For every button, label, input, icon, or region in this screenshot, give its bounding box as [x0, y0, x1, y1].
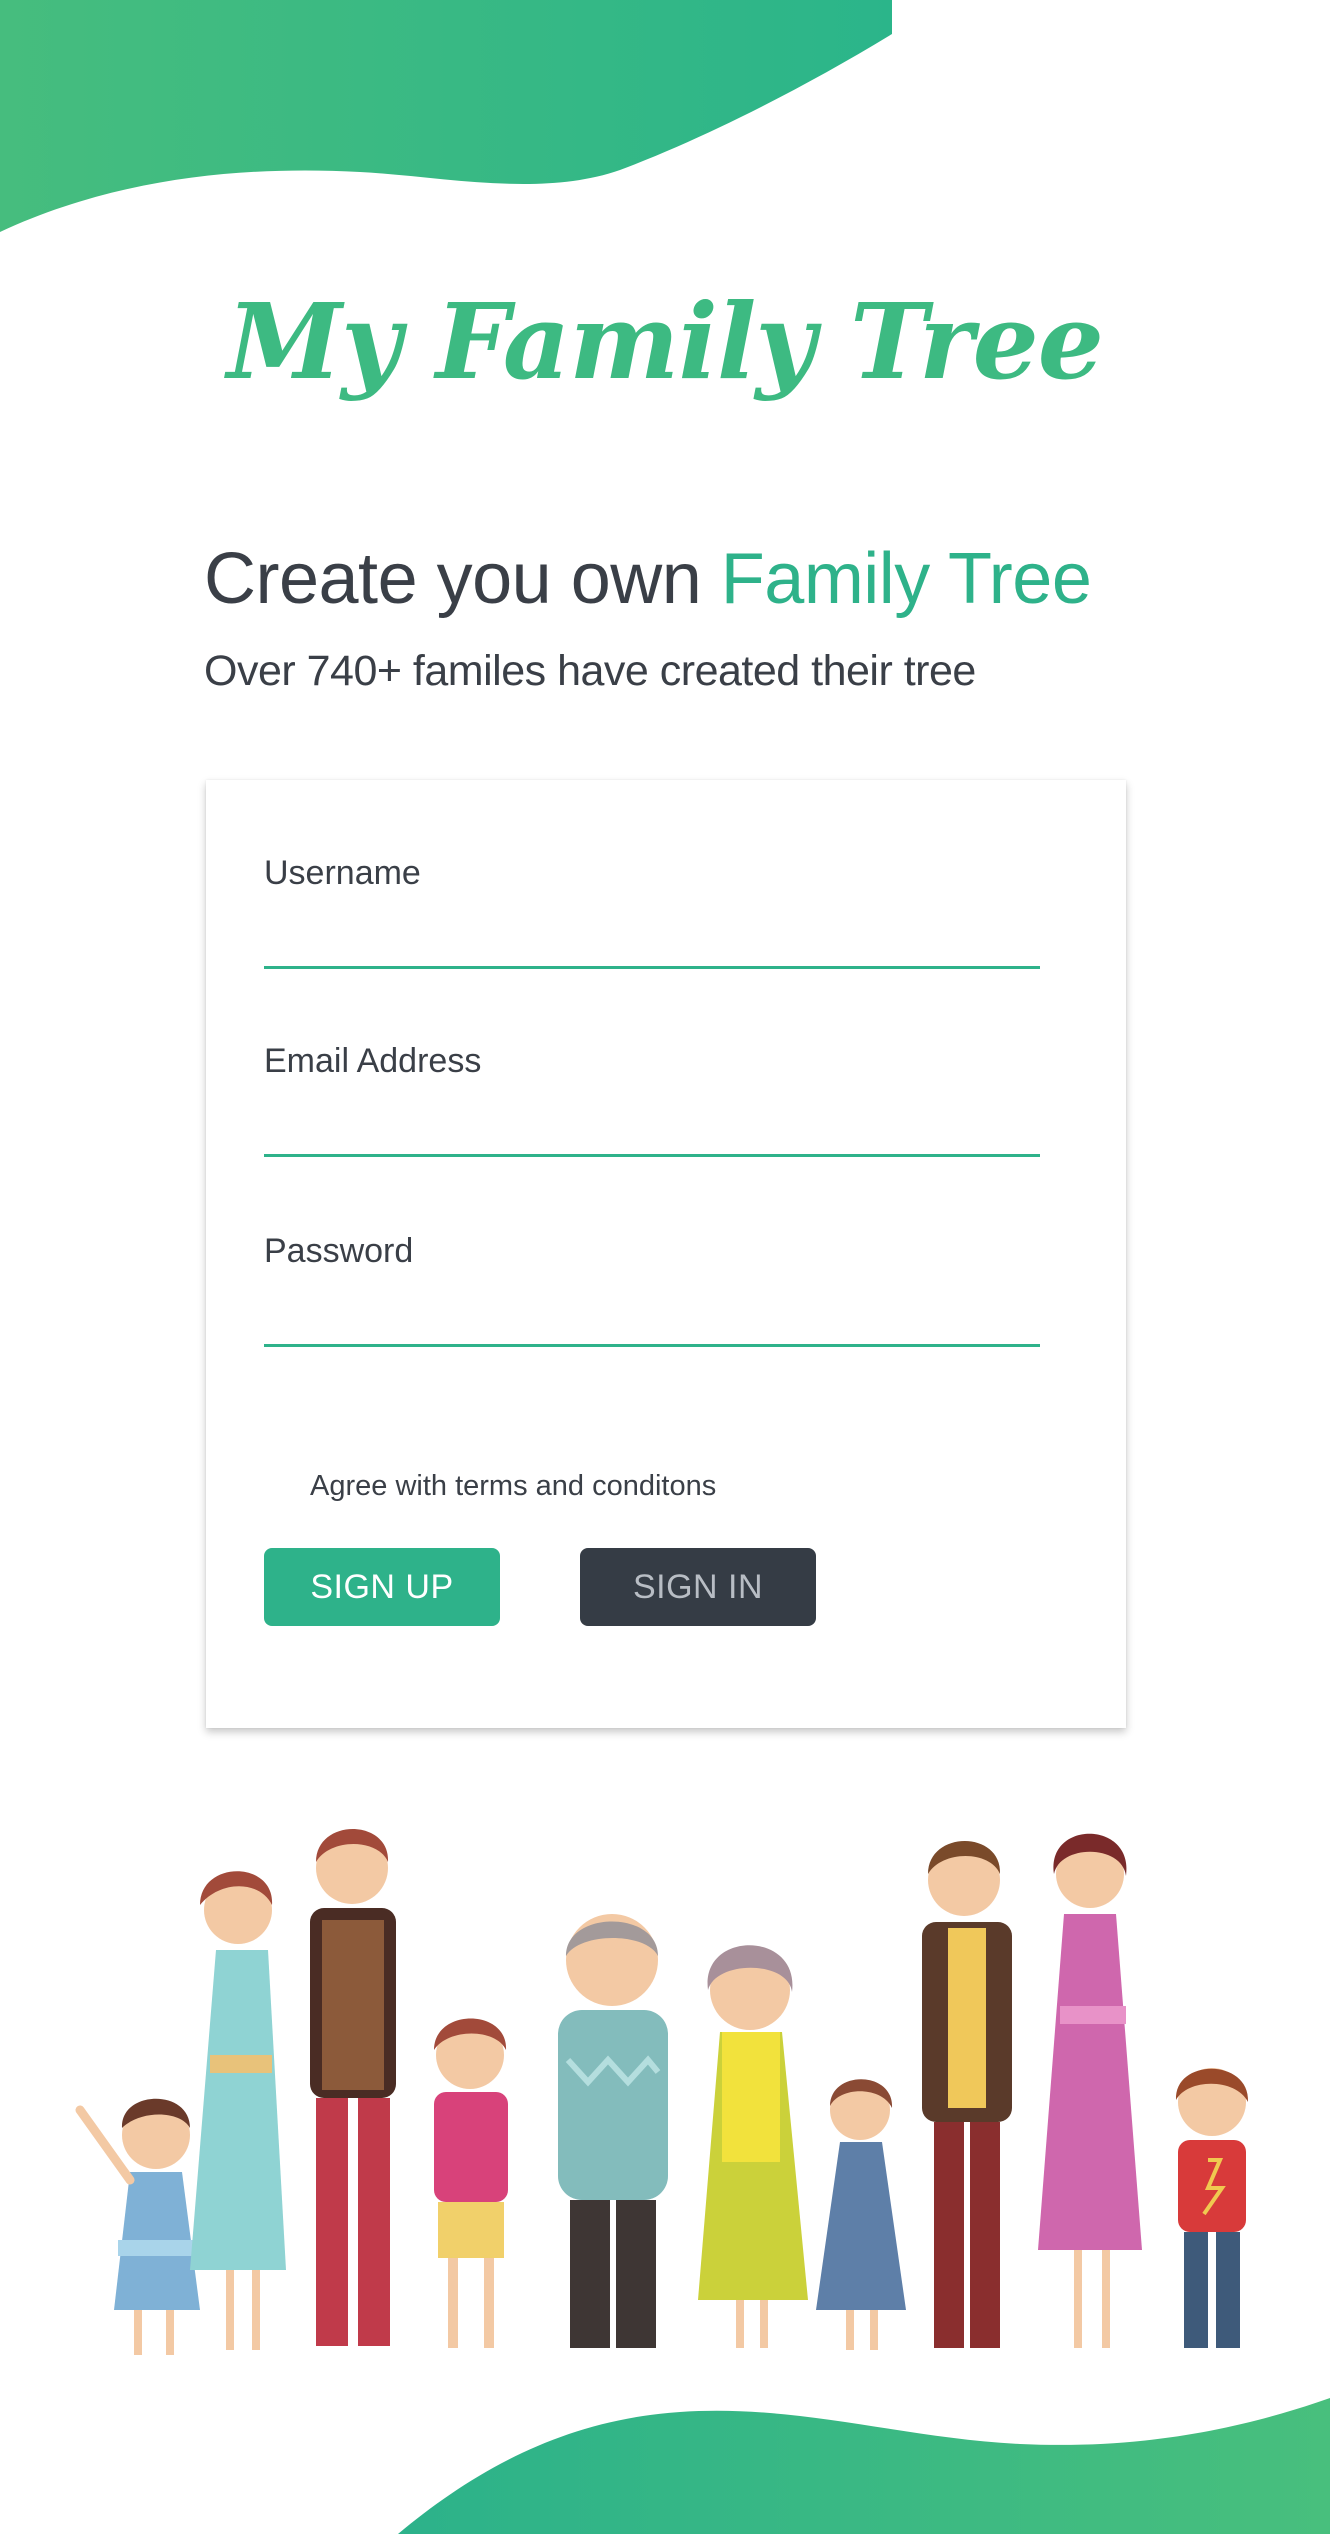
signup-card: Username Email Address Password Agree wi…: [206, 780, 1126, 1728]
terms-checkbox-label[interactable]: Agree with terms and conditons: [310, 1470, 716, 1503]
girl-blue-figure: [816, 2079, 906, 2350]
top-wave-decoration: [0, 0, 892, 232]
email-input[interactable]: [264, 1114, 1040, 1157]
email-field-group: Email Address: [264, 1044, 1040, 1157]
bottom-wave-decoration: [398, 2398, 1330, 2534]
username-field-group: Username: [264, 856, 1040, 969]
username-label: Username: [264, 854, 421, 892]
woman-pink-figure: [1038, 1833, 1142, 2348]
boy-pink-figure: [434, 2018, 508, 2348]
app-logo: My Family Tree: [227, 280, 1104, 403]
username-input[interactable]: [264, 926, 1040, 969]
headline-prefix: Create you own: [204, 539, 721, 619]
email-label: Email Address: [264, 1042, 482, 1080]
grandpa-figure: [558, 1914, 668, 2348]
password-field-group: Password: [264, 1234, 1040, 1347]
headline-accent: Family Tree: [720, 539, 1092, 619]
page-headline: Create you own Family Tree: [204, 538, 1092, 621]
man-brown-jacket-figure: [922, 1841, 1012, 2348]
family-illustration-icon: [75, 1829, 1249, 2355]
man-argyle-figure: [310, 1829, 396, 2346]
sign-in-button[interactable]: SIGN IN: [580, 1548, 816, 1626]
password-label: Password: [264, 1232, 414, 1270]
grandma-figure: [698, 1945, 808, 2348]
sign-up-button[interactable]: SIGN UP: [264, 1548, 500, 1626]
girl-left-figure: [75, 2098, 200, 2355]
woman-teal-figure: [190, 1871, 286, 2350]
boy-red-figure: [1175, 2068, 1249, 2348]
password-input[interactable]: [264, 1304, 1040, 1347]
page-subheadline: Over 740+ familes have created their tre…: [204, 647, 976, 695]
